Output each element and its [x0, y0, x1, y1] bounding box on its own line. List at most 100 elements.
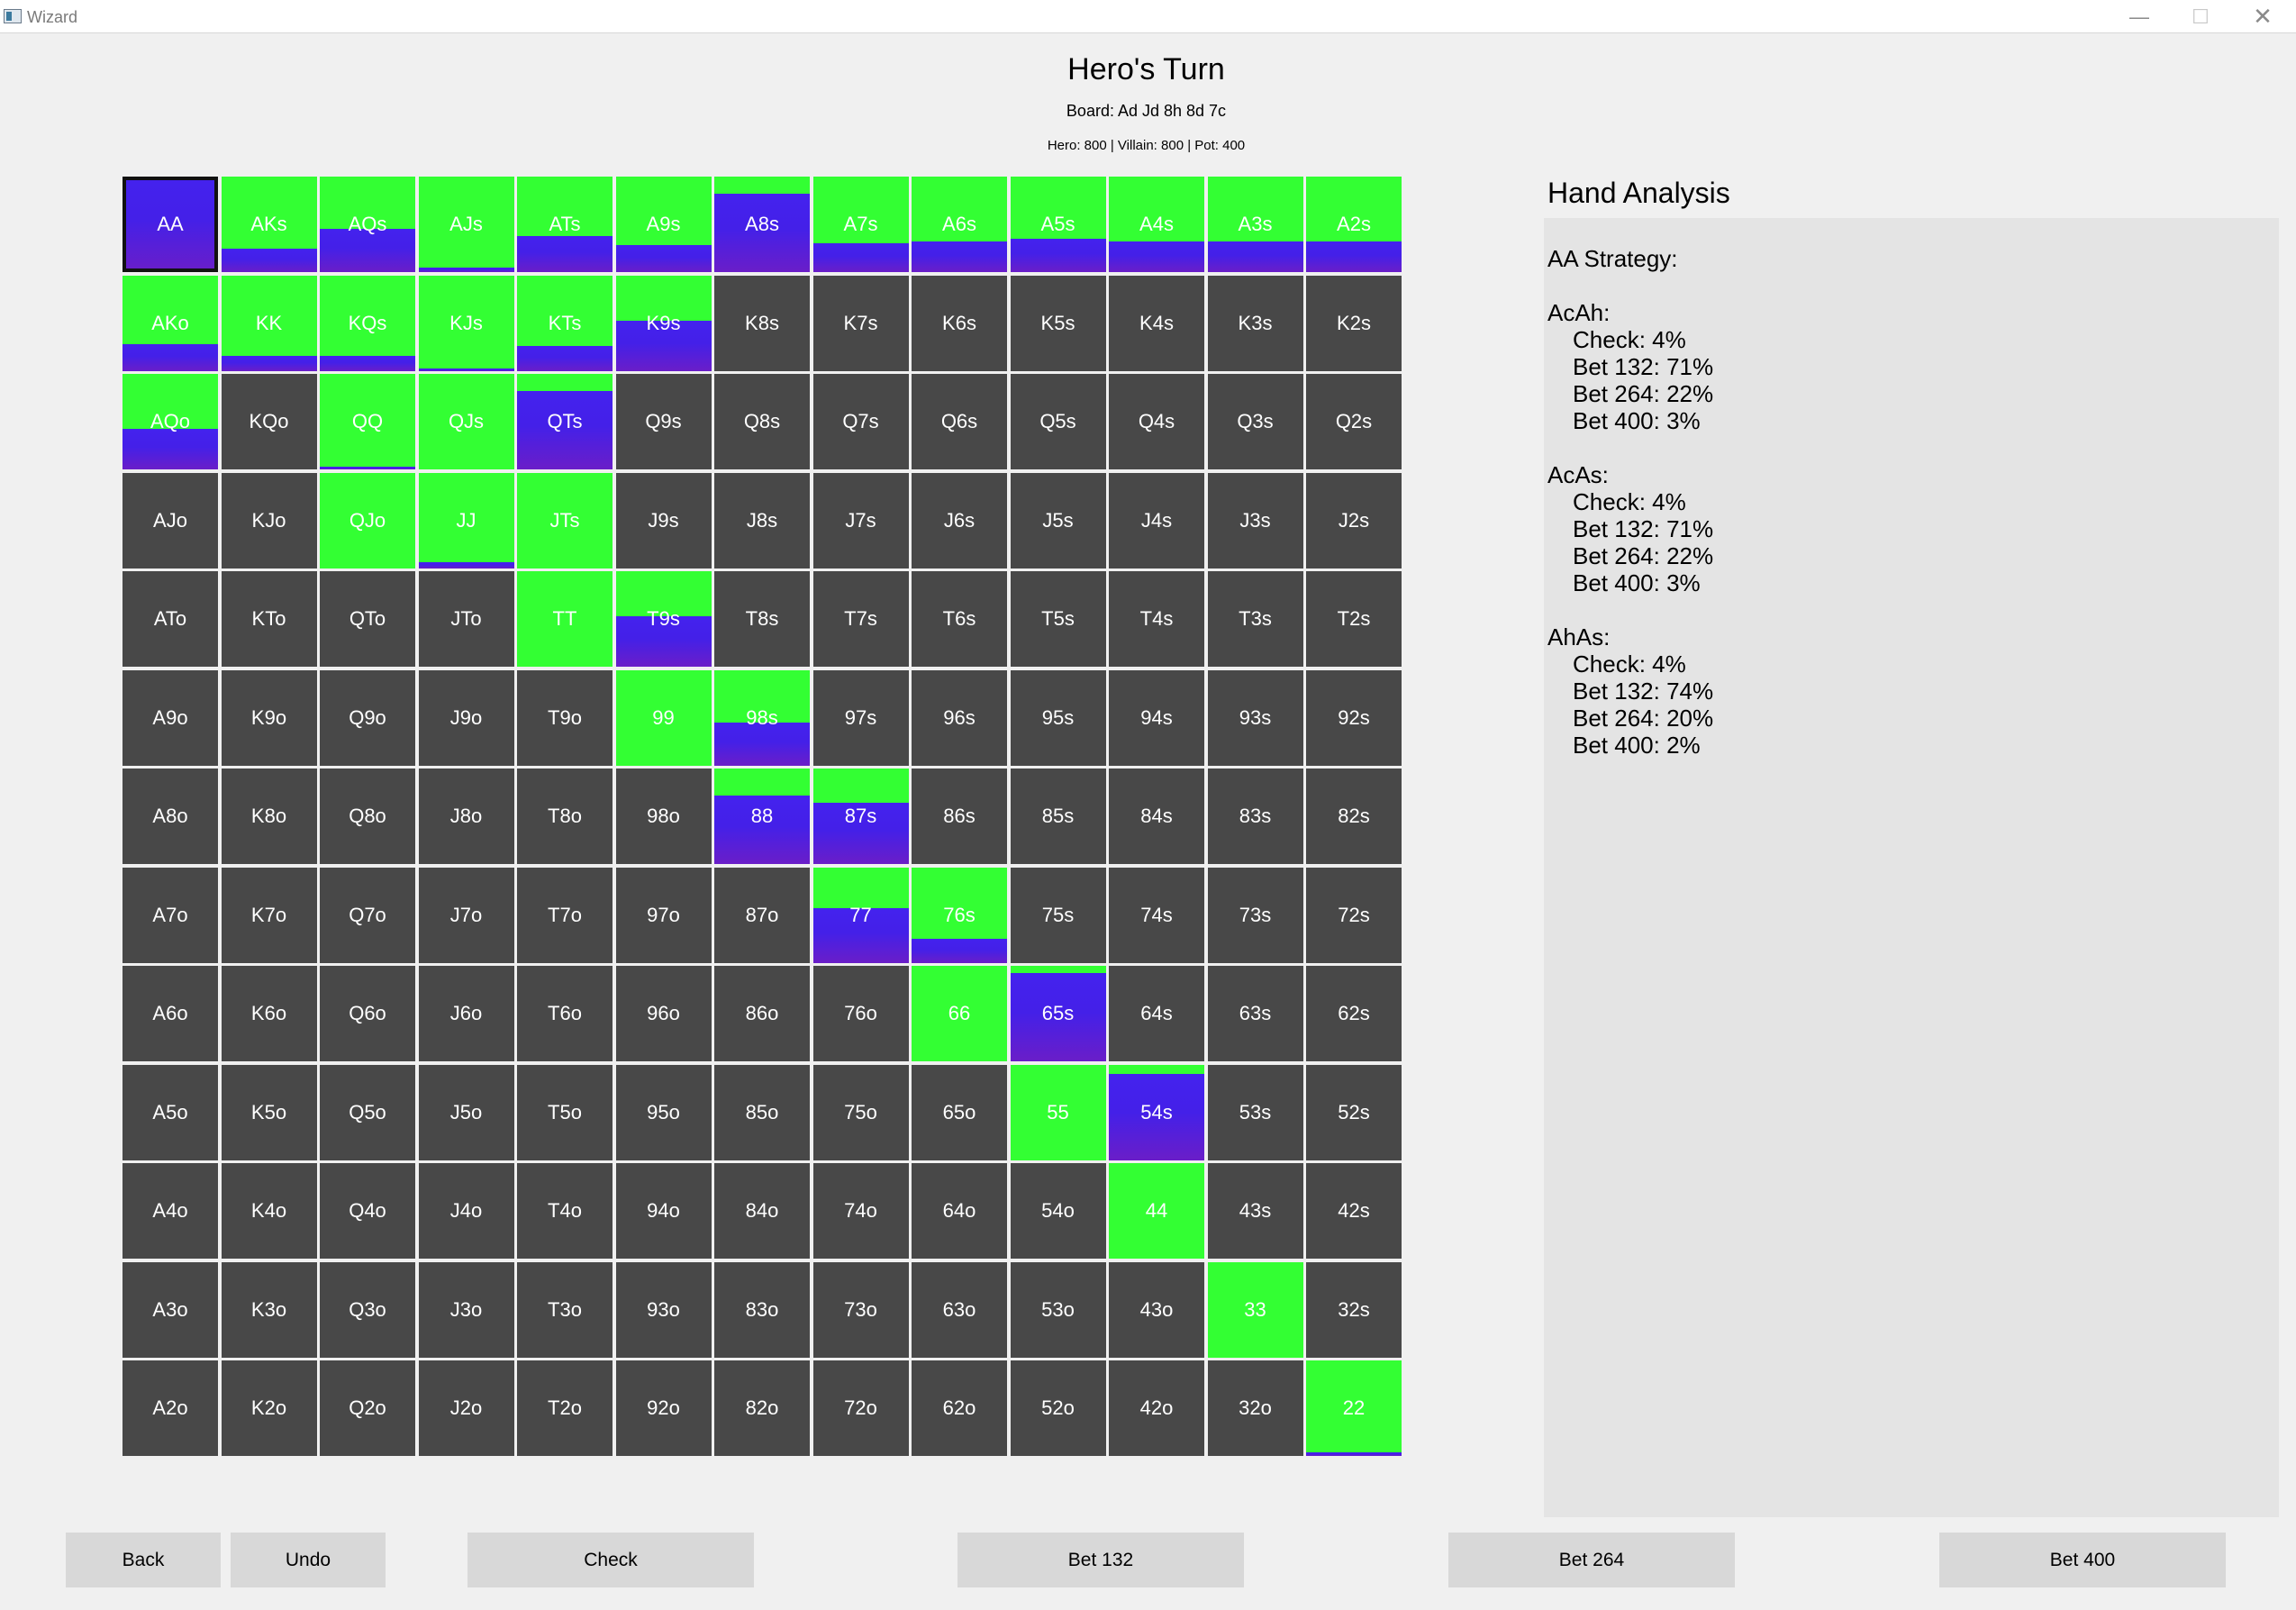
hand-cell[interactable]: KQo — [221, 374, 317, 469]
hand-cell[interactable]: 55 — [1010, 1064, 1106, 1160]
hand-cell[interactable]: K5s — [1010, 275, 1106, 371]
hand-cell[interactable]: AJs — [418, 177, 514, 272]
hand-cell[interactable]: T6o — [517, 966, 613, 1061]
hand-cell[interactable]: J2s — [1306, 472, 1402, 569]
hand-cell[interactable]: T2o — [517, 1360, 613, 1456]
hand-cell[interactable]: QJo — [320, 472, 415, 569]
hand-cell[interactable]: 76o — [812, 966, 909, 1061]
hand-cell[interactable]: 95o — [615, 1064, 712, 1160]
hand-cell[interactable]: A2o — [123, 1360, 218, 1456]
hand-cell[interactable]: Q4o — [320, 1163, 415, 1259]
hand-cell[interactable]: 74s — [1109, 867, 1204, 963]
hand-cell[interactable]: J6o — [418, 966, 514, 1061]
hand-cell[interactable]: Q5s — [1010, 374, 1106, 469]
hand-cell[interactable]: 44 — [1109, 1163, 1204, 1259]
hand-cell[interactable]: 84s — [1109, 769, 1204, 864]
hand-cell[interactable]: K6s — [912, 275, 1007, 371]
hand-cell[interactable]: JJ — [418, 472, 514, 569]
hand-cell[interactable]: AJo — [123, 472, 218, 569]
hand-cell[interactable]: Q9o — [320, 669, 415, 766]
hand-cell[interactable]: 52o — [1010, 1360, 1106, 1456]
hand-cell[interactable]: K9s — [615, 275, 712, 371]
hand-cell[interactable]: 85s — [1010, 769, 1106, 864]
hand-cell[interactable]: K8o — [221, 769, 317, 864]
hand-cell[interactable]: 99 — [615, 669, 712, 766]
hand-cell[interactable]: 65o — [912, 1064, 1007, 1160]
hand-cell[interactable]: K5o — [221, 1064, 317, 1160]
hand-cell[interactable]: T4o — [517, 1163, 613, 1259]
hand-cell[interactable]: 73o — [812, 1261, 909, 1358]
hand-cell[interactable]: A6s — [912, 177, 1007, 272]
hand-cell[interactable]: K6o — [221, 966, 317, 1061]
hand-cell[interactable]: 32o — [1207, 1360, 1303, 1456]
hand-cell[interactable]: K2o — [221, 1360, 317, 1456]
hand-cell[interactable]: K8s — [714, 275, 810, 371]
hand-cell[interactable]: T7s — [812, 571, 909, 667]
hand-cell[interactable]: JTs — [517, 472, 613, 569]
hand-cell[interactable]: 64s — [1109, 966, 1204, 1061]
hand-cell[interactable]: A8o — [123, 769, 218, 864]
hand-cell[interactable]: 84o — [714, 1163, 810, 1259]
hand-cell[interactable]: Q3o — [320, 1261, 415, 1358]
bet-264-button[interactable]: Bet 264 — [1448, 1533, 1735, 1587]
hand-cell[interactable]: J2o — [418, 1360, 514, 1456]
hand-cell[interactable]: A2s — [1306, 177, 1402, 272]
hand-cell[interactable]: K7s — [812, 275, 909, 371]
hand-cell[interactable]: 75s — [1010, 867, 1106, 963]
hand-cell[interactable]: T7o — [517, 867, 613, 963]
hand-cell[interactable]: 72o — [812, 1360, 909, 1456]
hand-cell[interactable]: J5s — [1010, 472, 1106, 569]
hand-cell[interactable]: 42s — [1306, 1163, 1402, 1259]
hand-cell[interactable]: A3s — [1207, 177, 1303, 272]
hand-cell[interactable]: J9s — [615, 472, 712, 569]
hand-cell[interactable]: 97s — [812, 669, 909, 766]
hand-cell[interactable]: 54o — [1010, 1163, 1106, 1259]
hand-cell[interactable]: AQs — [320, 177, 415, 272]
hand-cell[interactable]: 92o — [615, 1360, 712, 1456]
hand-cell[interactable]: T4s — [1109, 571, 1204, 667]
hand-cell[interactable]: 86s — [912, 769, 1007, 864]
hand-cell[interactable]: 65s — [1010, 966, 1106, 1061]
hand-cell[interactable]: 94o — [615, 1163, 712, 1259]
hand-cell[interactable]: JTo — [418, 571, 514, 667]
hand-cell[interactable]: J8o — [418, 769, 514, 864]
hand-cell[interactable]: 77 — [812, 867, 909, 963]
minimize-icon[interactable]: — — [2112, 0, 2166, 33]
hand-cell[interactable]: QTo — [320, 571, 415, 667]
hand-cell[interactable]: 93o — [615, 1261, 712, 1358]
hand-cell[interactable]: 82s — [1306, 769, 1402, 864]
hand-cell[interactable]: QTs — [517, 374, 613, 469]
hand-cell[interactable]: T3s — [1207, 571, 1303, 667]
hand-cell[interactable]: T8o — [517, 769, 613, 864]
hand-cell[interactable]: 75o — [812, 1064, 909, 1160]
hand-cell[interactable]: J7o — [418, 867, 514, 963]
hand-cell[interactable]: TT — [517, 571, 613, 667]
hand-cell[interactable]: A3o — [123, 1261, 218, 1358]
hand-cell[interactable]: 53o — [1010, 1261, 1106, 1358]
hand-cell[interactable]: 72s — [1306, 867, 1402, 963]
hand-cell[interactable]: T2s — [1306, 571, 1402, 667]
hand-cell[interactable]: KK — [221, 275, 317, 371]
hand-cell[interactable]: 62o — [912, 1360, 1007, 1456]
hand-cell[interactable]: Q4s — [1109, 374, 1204, 469]
hand-cell[interactable]: Q7s — [812, 374, 909, 469]
hand-cell[interactable]: 95s — [1010, 669, 1106, 766]
hand-cell[interactable]: Q7o — [320, 867, 415, 963]
hand-cell[interactable]: 93s — [1207, 669, 1303, 766]
hand-cell[interactable]: QJs — [418, 374, 514, 469]
hand-cell[interactable]: J7s — [812, 472, 909, 569]
hand-cell[interactable]: 83o — [714, 1261, 810, 1358]
hand-cell[interactable]: A5o — [123, 1064, 218, 1160]
hand-cell[interactable]: 22 — [1306, 1360, 1402, 1456]
hand-cell[interactable]: ATs — [517, 177, 613, 272]
hand-cell[interactable]: 94s — [1109, 669, 1204, 766]
hand-cell[interactable]: 85o — [714, 1064, 810, 1160]
hand-cell[interactable]: 96s — [912, 669, 1007, 766]
hand-cell[interactable]: J3s — [1207, 472, 1303, 569]
hand-cell[interactable]: J4s — [1109, 472, 1204, 569]
hand-cell[interactable]: A9s — [615, 177, 712, 272]
undo-button[interactable]: Undo — [231, 1533, 386, 1587]
hand-cell[interactable]: 43o — [1109, 1261, 1204, 1358]
hand-cell[interactable]: Q6o — [320, 966, 415, 1061]
bet-132-button[interactable]: Bet 132 — [957, 1533, 1244, 1587]
